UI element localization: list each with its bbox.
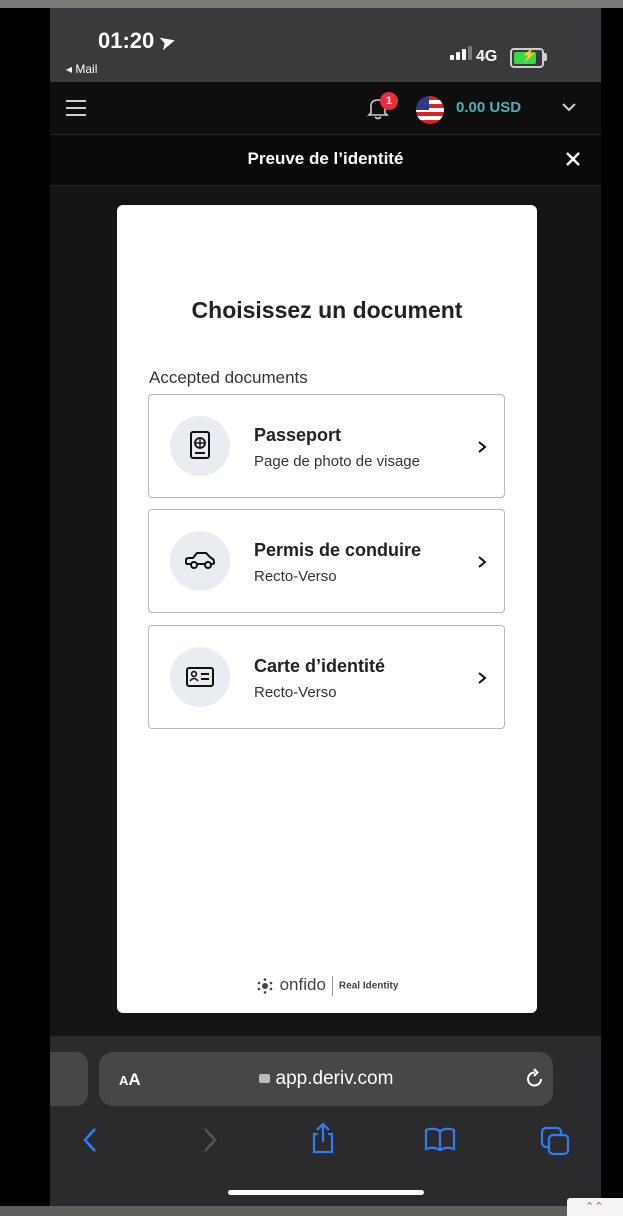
document-selection-card: Choisissez un document Accepted document… [117, 205, 537, 1013]
lock-icon [258, 1074, 270, 1083]
reload-icon[interactable] [525, 1067, 545, 1089]
letterbox-right [601, 8, 623, 1206]
onfido-footer: onfido Real Identity [117, 975, 537, 996]
option-subtitle: Recto-Verso [254, 684, 337, 701]
network-type: 4G [476, 48, 498, 65]
letterbox-left [0, 8, 50, 1206]
chevron-right-icon [478, 556, 487, 568]
battery-cap [544, 53, 547, 61]
card-heading: Choisissez un document [191, 297, 463, 323]
address-bar[interactable]: AA app.deriv.com [99, 1052, 553, 1106]
option-name: Carte d’identité [254, 656, 386, 676]
screenshot-bottom-edge [0, 1206, 623, 1216]
back-arrow-icon[interactable] [80, 1126, 100, 1154]
forward-arrow-icon[interactable] [200, 1126, 220, 1154]
previous-tab-preview[interactable] [50, 1052, 88, 1106]
corner-badge: ⌃⌃ [567, 1198, 623, 1216]
passport-option[interactable]: Passeport Page de photo de visage [148, 394, 505, 498]
option-name: Permis de conduire [254, 540, 422, 560]
close-icon[interactable] [563, 149, 583, 169]
bookmarks-icon[interactable] [424, 1126, 456, 1152]
drivers-license-option[interactable]: Permis de conduire Recto-Verso [148, 509, 505, 613]
app-header: 1 0.00 USD [50, 82, 601, 135]
option-subtitle: Page de photo de visage [254, 453, 420, 470]
id-card-icon [170, 647, 230, 707]
car-icon [170, 531, 230, 591]
back-to-mail-link[interactable]: ◂ Mail [66, 62, 97, 76]
home-indicator[interactable] [228, 1190, 424, 1195]
menu-icon[interactable] [66, 100, 86, 121]
account-balance[interactable]: 0.00 USD [456, 99, 521, 116]
share-icon[interactable] [310, 1122, 336, 1154]
url-display[interactable]: app.deriv.com [99, 1068, 553, 1090]
accepted-documents-label: Accepted documents [149, 368, 308, 387]
onfido-logo-icon [257, 978, 272, 994]
status-time: 01:20 ➤ [98, 28, 178, 54]
onfido-tagline: Real Identity [338, 980, 399, 992]
us-flag-icon[interactable] [416, 96, 444, 124]
status-bar: 01:20 ➤ ◂ Mail 4G ⚡ [50, 8, 601, 82]
passport-icon [170, 416, 230, 476]
modal-title-bar: Preuve de l’identité [50, 135, 601, 186]
chevron-right-icon [478, 441, 487, 453]
modal-title: Preuve de l’identité [247, 149, 404, 168]
option-subtitle: Recto-Verso [254, 568, 337, 585]
browser-nav-row [50, 1122, 601, 1166]
safari-toolbar: AA app.deriv.com [50, 1036, 601, 1206]
tabs-icon[interactable] [540, 1126, 570, 1156]
location-arrow-icon: ➤ [157, 30, 178, 54]
battery-icon: ⚡ [510, 47, 544, 68]
onfido-brand: onfido [279, 975, 326, 994]
notification-badge: 1 [380, 92, 398, 110]
phone-screen: 01:20 ➤ ◂ Mail 4G ⚡ 1 0.00 USD Preuve de … [50, 8, 601, 1206]
screenshot-top-edge [0, 0, 623, 8]
chevron-right-icon [478, 672, 487, 684]
id-card-option[interactable]: Carte d’identité Recto-Verso [148, 625, 505, 729]
chevron-down-icon[interactable] [558, 96, 580, 118]
option-name: Passeport [254, 425, 342, 445]
